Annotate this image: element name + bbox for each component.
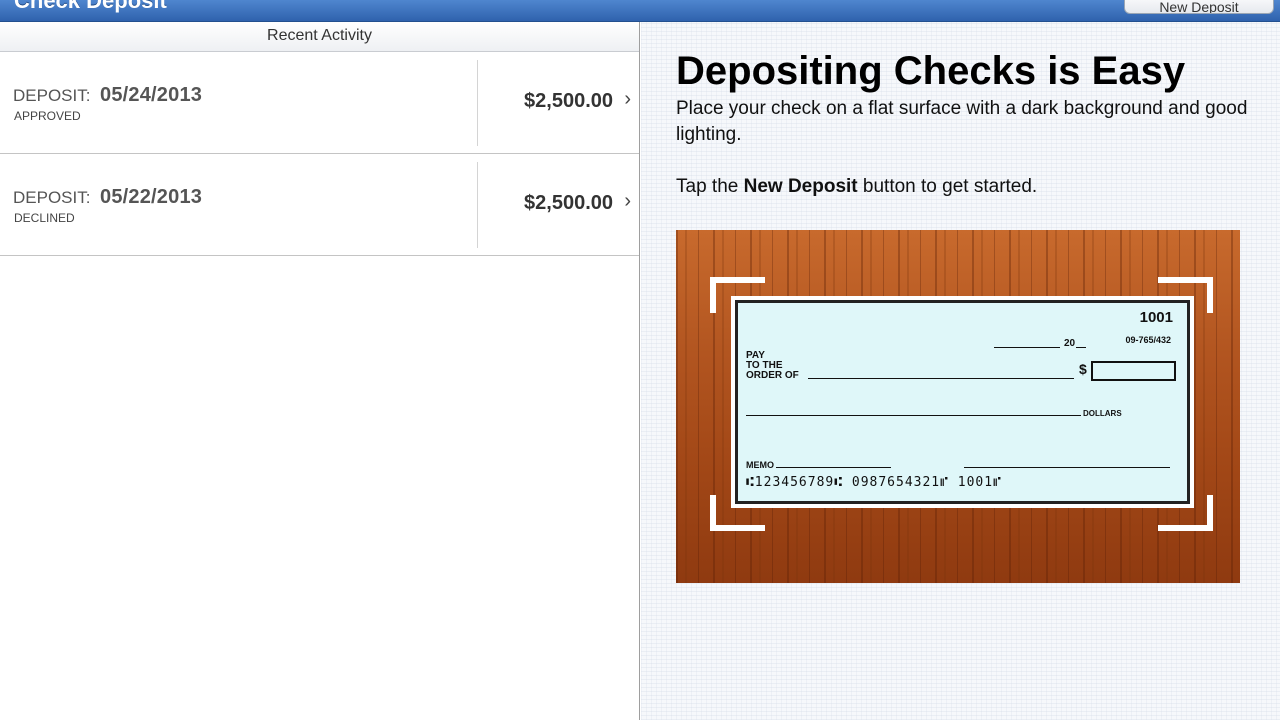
instructions-title: Depositing Checks is Easy <box>676 49 1186 93</box>
chevron-right-icon: › <box>624 190 631 212</box>
recent-activity-header: Recent Activity <box>0 22 639 52</box>
page-title: Check Deposit <box>14 0 167 13</box>
deposit-status: DECLINED <box>14 211 75 225</box>
instructions-text: Place your check on a flat surface with … <box>676 98 1248 145</box>
row-divider <box>477 60 478 146</box>
signature-line <box>964 467 1170 468</box>
new-deposit-button[interactable]: New Deposit <box>1124 0 1274 14</box>
tap-suffix: button to get started. <box>862 176 1038 197</box>
amount-words-line <box>746 415 1081 416</box>
tap-bold: New Deposit <box>743 176 858 197</box>
deposit-label: DEPOSIT: <box>13 188 91 207</box>
instructions-pane: Depositing Checks is Easy Place your che… <box>641 22 1280 720</box>
pay-to-label: PAY TO THE ORDER OF <box>746 350 799 381</box>
memo-label: MEMO <box>746 460 774 470</box>
deposit-status: APPROVED <box>14 109 81 123</box>
deposit-amount: $2,500.00 <box>524 90 613 112</box>
date-line-end <box>1076 347 1086 348</box>
sample-check: 1001 09-765/432 20 PAY TO THE ORDER OF $… <box>735 300 1190 504</box>
memo-line <box>776 467 891 468</box>
dollar-sign: $ <box>1079 361 1087 377</box>
deposit-row[interactable]: DEPOSIT: 05/22/2013 DECLINED $2,500.00 › <box>0 154 639 256</box>
chevron-right-icon: › <box>624 88 631 110</box>
amount-box <box>1091 361 1176 381</box>
micr-line: ⑆123456789⑆ 0987654321⑈ 1001⑈ <box>746 475 1002 490</box>
row-divider <box>477 162 478 248</box>
check-date-suffix: 20 <box>1064 338 1076 349</box>
payee-line <box>808 378 1074 379</box>
date-line <box>994 347 1060 348</box>
top-bar: Check Deposit New Deposit <box>0 0 1280 22</box>
check-number: 1001 <box>1139 309 1173 326</box>
deposit-row[interactable]: DEPOSIT: 05/24/2013 APPROVED $2,500.00 › <box>0 52 639 154</box>
activity-pane: Recent Activity DEPOSIT: 05/24/2013 APPR… <box>0 22 640 720</box>
deposit-date: 05/24/2013 <box>100 84 203 106</box>
tap-prefix: Tap the <box>676 176 739 197</box>
check-frame: 1001 09-765/432 20 PAY TO THE ORDER OF $… <box>731 296 1194 508</box>
deposit-label: DEPOSIT: <box>13 86 91 105</box>
check-illustration: 1001 09-765/432 20 PAY TO THE ORDER OF $… <box>676 230 1240 583</box>
deposit-date: 05/22/2013 <box>100 186 203 208</box>
dollars-label: DOLLARS <box>1083 409 1122 418</box>
tap-instruction: Tap the New Deposit button to get starte… <box>676 176 1037 198</box>
deposit-amount: $2,500.00 <box>524 192 613 214</box>
check-routing-fraction: 09-765/432 <box>1125 335 1171 345</box>
